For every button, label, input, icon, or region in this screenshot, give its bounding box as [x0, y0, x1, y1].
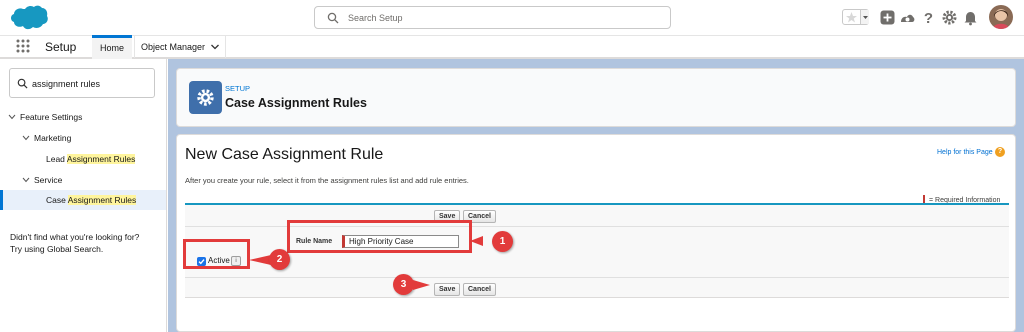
setup-gear-icon: [189, 81, 222, 114]
save-button[interactable]: Save: [434, 283, 461, 296]
annotation-box-rule-name: [287, 220, 472, 253]
tab-object-manager-label: Object Manager: [141, 42, 206, 52]
setup-sidebar: assignment rules Feature Settings Market…: [0, 59, 167, 332]
tree-label-prefix: Case: [46, 195, 68, 205]
app-navigation: Setup Home Object Manager: [0, 35, 1024, 59]
trailhead-icon[interactable]: [899, 9, 916, 26]
chevron-down-icon: [8, 112, 16, 122]
tree-label-highlight: Assignment Rules: [67, 195, 137, 205]
global-header: Search Setup ?: [0, 0, 1024, 36]
not-found-line: Didn't find what you're looking for?: [10, 232, 140, 242]
page-header: SETUP Case Assignment Rules: [176, 68, 1016, 127]
help-link[interactable]: Help for this Page: [937, 149, 993, 156]
add-icon[interactable]: [879, 9, 896, 26]
app-name: Setup: [45, 40, 77, 54]
annotation-pointer: [413, 280, 430, 290]
svg-text:?: ?: [924, 10, 933, 26]
help-icon[interactable]: ?: [920, 9, 937, 26]
tree-item-feature-settings[interactable]: Feature Settings: [8, 112, 82, 122]
global-search-input[interactable]: Search Setup: [314, 6, 671, 29]
tree-item-service[interactable]: Service: [22, 175, 62, 185]
tree-label-prefix: Lead: [46, 154, 67, 164]
tree-item-marketing[interactable]: Marketing: [22, 133, 71, 143]
help-icon[interactable]: ?: [995, 147, 1005, 157]
tab-object-manager[interactable]: Object Manager: [134, 36, 226, 58]
chevron-down-icon: [22, 133, 30, 143]
favorites-star-icon: [846, 12, 857, 23]
cancel-button[interactable]: Cancel: [463, 283, 496, 296]
button-row-bottom: Save Cancel: [185, 277, 1009, 300]
required-marker: [923, 195, 925, 203]
page-title: Case Assignment Rules: [225, 96, 367, 110]
chevron-down-icon[interactable]: [210, 42, 220, 52]
favorites-button[interactable]: [842, 9, 869, 25]
tab-home[interactable]: Home: [92, 35, 132, 59]
gear-icon[interactable]: [941, 9, 958, 26]
tree-label: Marketing: [34, 133, 72, 143]
tree-item-lead-assignment-rules[interactable]: Lead Assignment Rules: [46, 154, 136, 164]
intro-text: After you create your rule, select it fr…: [185, 176, 469, 185]
not-found-message: Didn't find what you're looking for? Try…: [10, 231, 139, 255]
chevron-down-icon: [22, 175, 30, 185]
tree-label-highlight: Assignment Rules: [66, 154, 136, 164]
bell-icon[interactable]: [962, 9, 979, 26]
avatar[interactable]: [989, 5, 1013, 29]
tree-label: Service: [34, 175, 63, 185]
app-launcher-icon[interactable]: [16, 39, 30, 53]
annotation-step-1: 1: [492, 231, 513, 252]
annotation-pointer: [249, 255, 271, 265]
not-found-line: Try using Global Search.: [10, 244, 104, 254]
annotation-step-2: 2: [269, 249, 290, 270]
salesforce-logo[interactable]: [9, 4, 49, 32]
quick-find-value: assignment rules: [32, 79, 101, 89]
search-placeholder: Search Setup: [348, 13, 403, 23]
tab-home-label: Home: [100, 43, 125, 53]
tree-label: Feature Settings: [20, 112, 83, 122]
favorites-dropdown-icon[interactable]: [860, 10, 869, 24]
page-eyebrow[interactable]: SETUP: [225, 84, 250, 93]
quick-find-input[interactable]: assignment rules: [9, 68, 155, 98]
search-icon: [327, 12, 339, 24]
tree-item-case-assignment-rules[interactable]: Case Assignment Rules: [0, 190, 166, 210]
page-heading: New Case Assignment Rule: [185, 146, 384, 163]
annotation-pointer: [470, 236, 483, 246]
search-icon: [17, 78, 28, 89]
annotation-step-3: 3: [393, 274, 414, 295]
annotation-box-active: [183, 239, 250, 269]
